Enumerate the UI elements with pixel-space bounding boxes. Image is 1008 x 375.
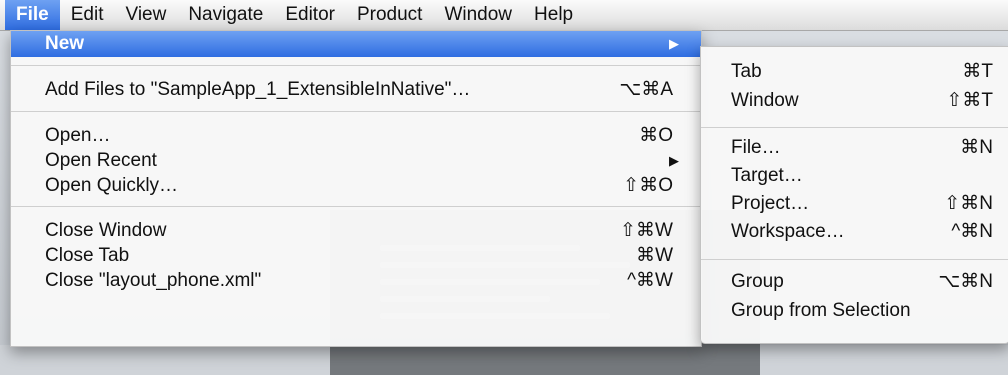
menu-item-close-window[interactable]: Close Window ⇧⌘W (11, 218, 701, 244)
submenu-item-group[interactable]: Group ⌥⌘N (701, 269, 1008, 295)
menu-item-shortcut: ⇧⌘N (944, 193, 993, 214)
menu-item-shortcut: ^⌘N (951, 221, 993, 242)
submenu-item-file[interactable]: File… ⌘N (701, 135, 1008, 161)
menu-item-shortcut: ⌥⌘N (938, 271, 993, 292)
menu-item-label: Close "layout_phone.xml" (45, 270, 262, 291)
menu-edit[interactable]: Edit (60, 0, 115, 30)
menu-separator (11, 206, 701, 207)
submenu-arrow-icon: ▶ (669, 153, 679, 168)
menu-item-label: File… (731, 137, 781, 158)
menu-item-shortcut: ⌘T (962, 61, 993, 82)
menu-item-shortcut: ⇧⌘O (623, 175, 673, 196)
menu-item-label: Open Quickly… (45, 175, 179, 196)
submenu-item-group-from-selection[interactable]: Group from Selection (701, 298, 1008, 324)
submenu-arrow-icon: ▶ (669, 36, 679, 51)
menu-view[interactable]: View (114, 0, 177, 30)
submenu-item-workspace[interactable]: Workspace… ^⌘N (701, 219, 1008, 245)
menu-window[interactable]: Window (433, 0, 523, 30)
file-menu: New ▶ Add Files to "SampleApp_1_Extensib… (10, 30, 702, 347)
menu-separator (701, 127, 1008, 128)
menu-separator (11, 111, 701, 112)
menu-item-shortcut: ⇧⌘T (946, 90, 993, 111)
menu-item-shortcut: ⌘N (960, 137, 993, 158)
menu-item-close-file[interactable]: Close "layout_phone.xml" ^⌘W (11, 268, 701, 294)
menu-editor[interactable]: Editor (274, 0, 346, 30)
menu-item-shortcut: ⇧⌘W (620, 220, 673, 241)
menu-bar: File Edit View Navigate Editor Product W… (0, 0, 1008, 31)
menu-item-label: Close Window (45, 220, 167, 241)
menu-separator (701, 259, 1008, 260)
menu-separator (11, 65, 701, 66)
submenu-item-tab[interactable]: Tab ⌘T (701, 59, 1008, 85)
submenu-item-window[interactable]: Window ⇧⌘T (701, 88, 1008, 114)
submenu-item-target[interactable]: Target… (701, 163, 1008, 189)
menu-item-label: Project… (731, 193, 810, 214)
menu-navigate[interactable]: Navigate (177, 0, 274, 30)
menu-file[interactable]: File (5, 0, 60, 30)
menu-item-label: Open… (45, 125, 111, 146)
menu-item-label: Tab (731, 61, 762, 82)
menu-item-label: Workspace… (731, 221, 845, 242)
menu-item-label: Group (731, 271, 784, 292)
menu-item-label: Open Recent (45, 150, 157, 171)
menu-item-close-tab[interactable]: Close Tab ⌘W (11, 243, 701, 269)
menu-item-shortcut: ⌘W (636, 245, 673, 266)
menu-item-label: New (45, 33, 85, 54)
submenu-item-project[interactable]: Project… ⇧⌘N (701, 191, 1008, 217)
menu-item-label: Add Files to "SampleApp_1_ExtensibleInNa… (45, 79, 471, 100)
menu-item-label: Window (731, 90, 799, 111)
menu-item-shortcut: ^⌘W (627, 270, 673, 291)
menu-item-shortcut: ⌘O (639, 125, 673, 146)
menu-item-shortcut: ⌥⌘A (619, 79, 673, 100)
menu-product[interactable]: Product (346, 0, 433, 30)
menu-item-label: Close Tab (45, 245, 130, 266)
menu-item-open[interactable]: Open… ⌘O (11, 123, 701, 149)
menu-item-add-files[interactable]: Add Files to "SampleApp_1_ExtensibleInNa… (11, 77, 701, 103)
menu-item-label: Group from Selection (731, 300, 911, 321)
menu-item-open-recent[interactable]: Open Recent ▶ (11, 148, 701, 174)
new-submenu: Tab ⌘T Window ⇧⌘T File… ⌘N Target… Proje… (700, 46, 1008, 344)
menu-item-open-quickly[interactable]: Open Quickly… ⇧⌘O (11, 173, 701, 199)
menu-item-new[interactable]: New ▶ (11, 31, 701, 57)
menu-item-label: Target… (731, 165, 803, 186)
menu-help[interactable]: Help (523, 0, 584, 30)
